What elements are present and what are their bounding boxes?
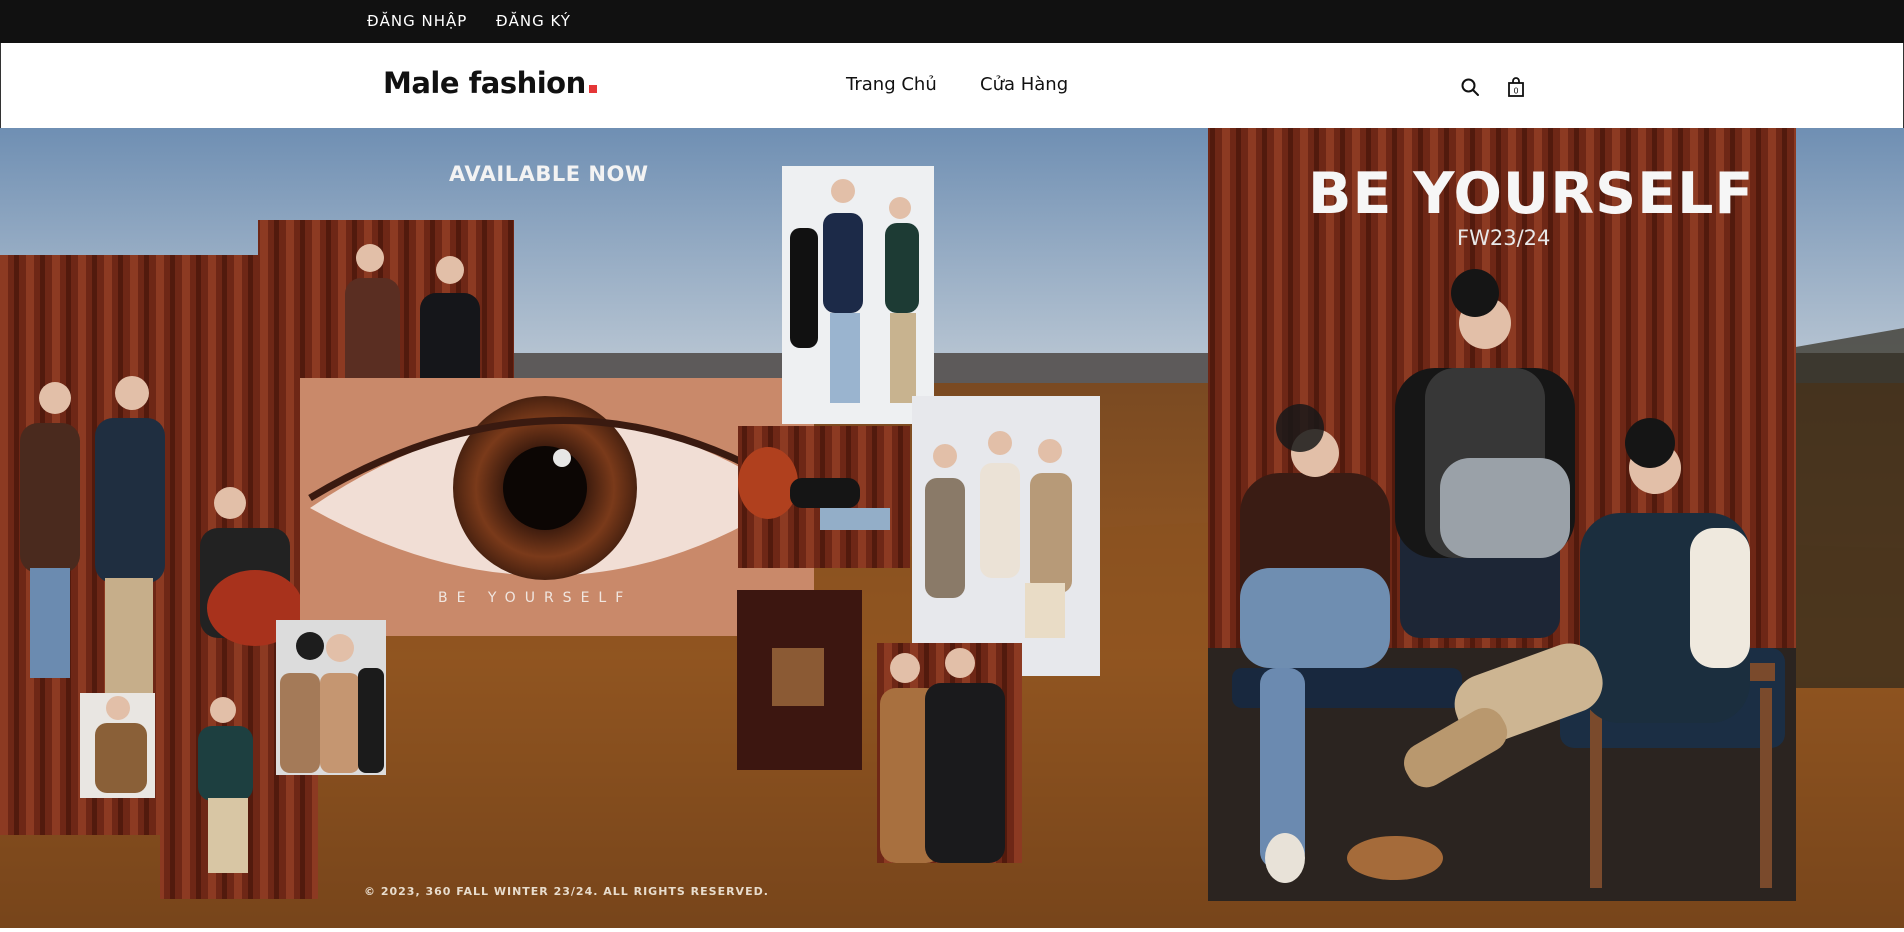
site-logo[interactable]: Male fashion	[383, 66, 597, 100]
site-header: Male fashion Trang Chủ Cửa Hàng 0	[0, 43, 1904, 128]
hero-banner: AVAILABLE NOW BE YOURSELF FW23/24 BE YOU…	[0, 128, 1904, 932]
bag-count: 0	[1513, 87, 1518, 96]
logo-dot	[588, 85, 597, 93]
nav-shop-link[interactable]: Cửa Hàng	[980, 74, 1068, 95]
eye-caption: BE YOURSELF	[438, 590, 633, 606]
hero-collage-image	[0, 128, 1904, 932]
page-bottom-edge	[0, 928, 1904, 932]
nav-home-link[interactable]: Trang Chủ	[846, 74, 937, 95]
top-bar: ĐĂNG NHẬP ĐĂNG KÝ	[0, 0, 1904, 43]
login-link[interactable]: ĐĂNG NHẬP	[367, 12, 467, 30]
hero-headline: BE YOURSELF	[1308, 161, 1755, 227]
hero-copyright: © 2023, 360 FALL WINTER 23/24. ALL RIGHT…	[364, 885, 769, 898]
shopping-bag-icon[interactable]: 0	[1504, 75, 1528, 99]
search-icon[interactable]	[1458, 75, 1482, 99]
register-link[interactable]: ĐĂNG KÝ	[496, 12, 571, 30]
season-label: FW23/24	[1457, 226, 1551, 250]
available-now-text: AVAILABLE NOW	[449, 162, 649, 186]
logo-text: Male fashion	[383, 66, 586, 100]
